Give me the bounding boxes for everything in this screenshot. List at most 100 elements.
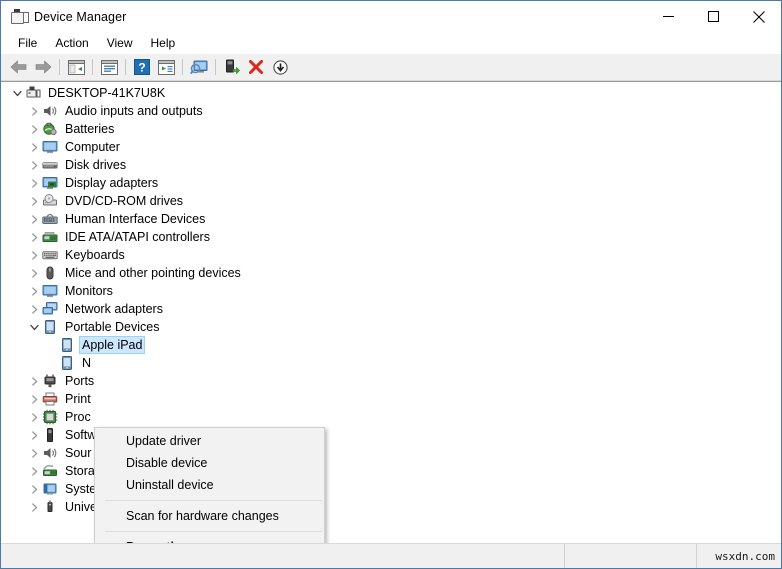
software-device-icon xyxy=(42,427,58,443)
tree-item-label: Stora xyxy=(65,464,95,478)
toolbar-separator-5 xyxy=(215,59,216,75)
twisty-placeholder xyxy=(43,355,59,371)
tree-item[interactable]: Print xyxy=(1,390,781,408)
tree-item[interactable]: Network adapters xyxy=(1,300,781,318)
update-driver-button[interactable] xyxy=(220,56,244,78)
tree-item[interactable]: Ports xyxy=(1,372,781,390)
chevron-right-icon[interactable] xyxy=(26,499,42,515)
device-manager-window: Device Manager File Action View Help ? D… xyxy=(0,0,782,569)
tree-item[interactable]: Proc xyxy=(1,408,781,426)
tree-item[interactable]: Keyboards xyxy=(1,246,781,264)
printer-icon xyxy=(42,391,58,407)
chevron-right-icon[interactable] xyxy=(26,121,42,137)
chevron-right-icon[interactable] xyxy=(26,103,42,119)
chevron-right-icon[interactable] xyxy=(26,247,42,263)
menu-view[interactable]: View xyxy=(98,34,142,52)
context-menu-item[interactable]: Properties xyxy=(95,536,324,543)
storage-controller-icon xyxy=(42,463,58,479)
context-menu-item[interactable]: Disable device xyxy=(95,452,324,474)
mouse-icon xyxy=(42,265,58,281)
tree-item[interactable]: Human Interface Devices xyxy=(1,210,781,228)
uninstall-device-button[interactable] xyxy=(244,56,268,78)
tree-item[interactable]: IDE ATA/ATAPI controllers xyxy=(1,228,781,246)
speaker-icon xyxy=(42,445,58,461)
tree-item[interactable]: Mice and other pointing devices xyxy=(1,264,781,282)
toolbar-separator-2 xyxy=(92,59,93,75)
chevron-right-icon[interactable] xyxy=(26,391,42,407)
chevron-right-icon[interactable] xyxy=(26,463,42,479)
chevron-down-icon[interactable] xyxy=(26,319,42,335)
battery-icon xyxy=(42,121,58,137)
tree-item-label: Print xyxy=(65,392,91,406)
chevron-right-icon[interactable] xyxy=(26,211,42,227)
tree-item-label: Audio inputs and outputs xyxy=(65,104,203,118)
chevron-right-icon[interactable] xyxy=(26,427,42,443)
processor-icon xyxy=(42,409,58,425)
status-pane-secondary xyxy=(565,544,697,568)
menu-file[interactable]: File xyxy=(9,34,46,52)
show-window-button[interactable] xyxy=(154,56,178,78)
close-button[interactable] xyxy=(736,1,781,32)
chevron-right-icon[interactable] xyxy=(26,445,42,461)
context-menu-item[interactable]: Uninstall device xyxy=(95,474,324,496)
tree-item[interactable]: Monitors xyxy=(1,282,781,300)
window-controls xyxy=(646,1,781,32)
computer-root-icon xyxy=(25,85,41,101)
scan-hardware-changes-button[interactable] xyxy=(187,56,211,78)
display-adapter-icon xyxy=(42,175,58,191)
tree-item[interactable]: N xyxy=(1,354,781,372)
monitor-icon xyxy=(42,139,58,155)
chevron-right-icon[interactable] xyxy=(26,193,42,209)
properties-button[interactable] xyxy=(97,56,121,78)
disable-device-button[interactable] xyxy=(268,56,292,78)
chevron-right-icon[interactable] xyxy=(26,139,42,155)
chevron-right-icon[interactable] xyxy=(26,283,42,299)
toolbar-separator-3 xyxy=(125,59,126,75)
minimize-button[interactable] xyxy=(646,1,691,32)
tree-item-label: Softw xyxy=(65,428,97,442)
tree-item[interactable]: DVD/CD-ROM drives xyxy=(1,192,781,210)
device-tree-panel[interactable]: DESKTOP-41K7U8K Audio inputs and outputs B… xyxy=(1,81,781,543)
help-button[interactable]: ? xyxy=(130,56,154,78)
monitor-icon xyxy=(42,283,58,299)
chevron-down-icon[interactable] xyxy=(9,85,25,101)
tree-item[interactable]: Audio inputs and outputs xyxy=(1,102,781,120)
show-hide-console-tree-button[interactable] xyxy=(64,56,88,78)
context-menu-item[interactable]: Scan for hardware changes xyxy=(95,505,324,527)
watermark-text: wsxdn.com xyxy=(715,549,775,563)
tree-item[interactable]: Portable Devices xyxy=(1,318,781,336)
tree-item-label: Computer xyxy=(65,140,120,154)
tree-item[interactable]: Apple iPad xyxy=(1,336,781,354)
portable-device-icon xyxy=(59,337,75,353)
dvd-drive-icon xyxy=(42,193,58,209)
toolbar-separator-4 xyxy=(182,59,183,75)
tree-item-label: Monitors xyxy=(65,284,113,298)
device-context-menu[interactable]: Update driver Disable device Uninstall dev… xyxy=(94,427,325,543)
tree-item-label: Mice and other pointing devices xyxy=(65,266,241,280)
tree-item[interactable]: Batteries xyxy=(1,120,781,138)
tree-root-item[interactable]: DESKTOP-41K7U8K xyxy=(1,84,781,102)
maximize-button[interactable] xyxy=(691,1,736,32)
chevron-right-icon[interactable] xyxy=(26,481,42,497)
chevron-right-icon[interactable] xyxy=(26,301,42,317)
chevron-right-icon[interactable] xyxy=(26,373,42,389)
back-button[interactable] xyxy=(7,56,31,78)
forward-button[interactable] xyxy=(31,56,55,78)
hid-icon xyxy=(42,211,58,227)
status-bar: wsxdn.com xyxy=(1,543,781,568)
menu-action[interactable]: Action xyxy=(46,34,97,52)
toolbar-separator-1 xyxy=(59,59,60,75)
chevron-right-icon[interactable] xyxy=(26,157,42,173)
chevron-right-icon[interactable] xyxy=(26,229,42,245)
tree-item[interactable]: Display adapters xyxy=(1,174,781,192)
ide-controller-icon xyxy=(42,229,58,245)
menu-separator xyxy=(105,531,322,532)
context-menu-item[interactable]: Update driver xyxy=(95,430,324,452)
chevron-right-icon[interactable] xyxy=(26,265,42,281)
tree-item-label: DVD/CD-ROM drives xyxy=(65,194,184,208)
menu-help[interactable]: Help xyxy=(142,34,185,52)
tree-item[interactable]: Disk drives xyxy=(1,156,781,174)
chevron-right-icon[interactable] xyxy=(26,175,42,191)
chevron-right-icon[interactable] xyxy=(26,409,42,425)
tree-item[interactable]: Computer xyxy=(1,138,781,156)
